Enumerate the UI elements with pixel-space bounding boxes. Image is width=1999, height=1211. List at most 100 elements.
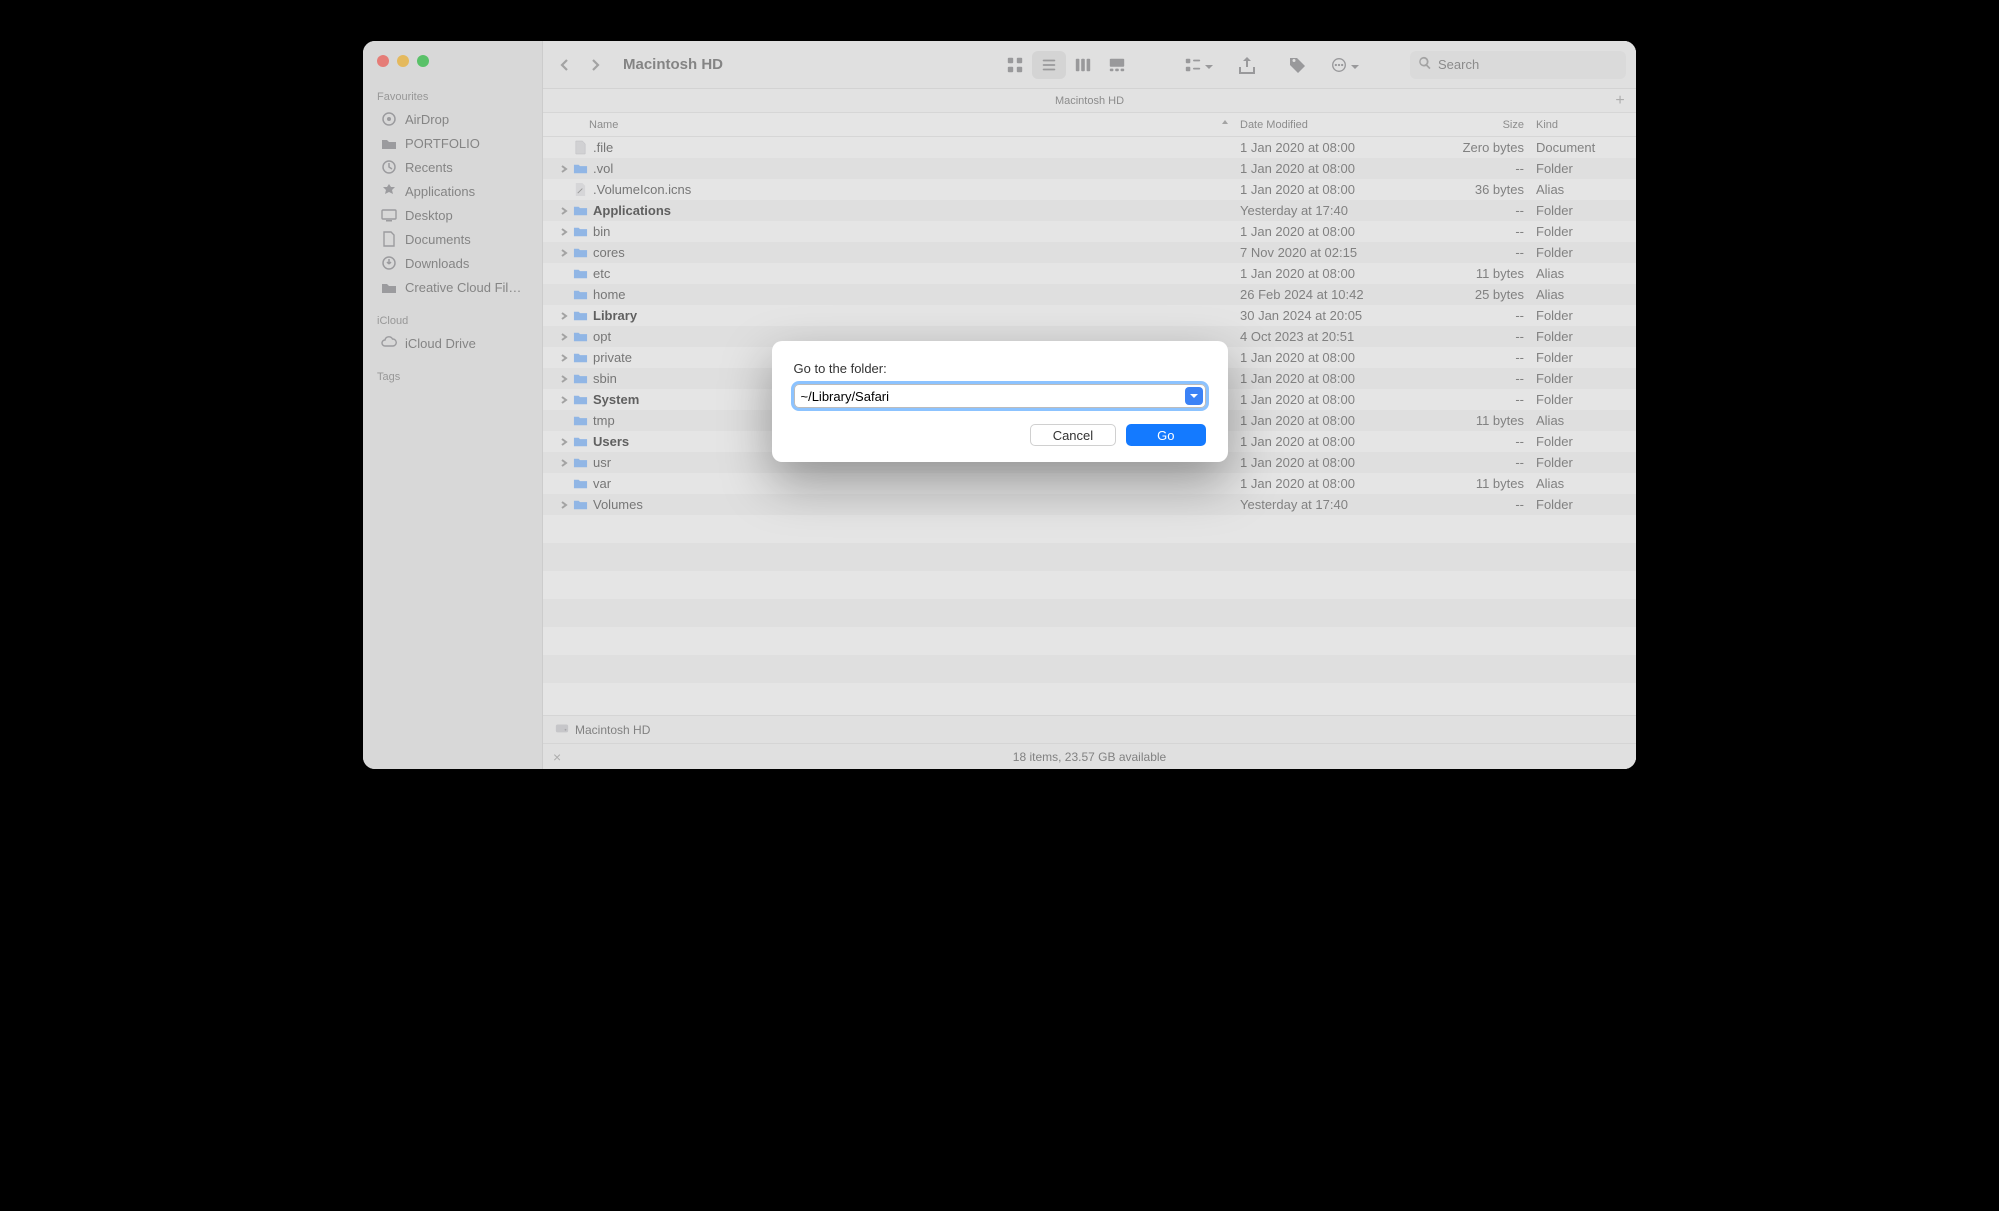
- sidebar-item-recents[interactable]: Recents: [367, 155, 538, 179]
- file-kind: Document: [1536, 140, 1636, 155]
- file-date: 1 Jan 2020 at 08:00: [1240, 224, 1436, 239]
- sidebar-item-airdrop[interactable]: AirDrop: [367, 107, 538, 131]
- disclosure-icon[interactable]: [557, 249, 571, 257]
- disclosure-icon[interactable]: [557, 312, 571, 320]
- add-column-button[interactable]: +: [1610, 92, 1630, 110]
- file-kind: Alias: [1536, 476, 1636, 491]
- file-kind: Alias: [1536, 287, 1636, 302]
- file-row[interactable]: .vol1 Jan 2020 at 08:00--Folder: [543, 158, 1636, 179]
- forward-button[interactable]: [587, 57, 603, 73]
- file-size: --: [1436, 497, 1536, 512]
- file-size: --: [1436, 350, 1536, 365]
- search-field[interactable]: [1410, 51, 1626, 79]
- file-row[interactable]: var1 Jan 2020 at 08:0011 bytesAlias: [543, 473, 1636, 494]
- file-name: Volumes: [589, 497, 1240, 512]
- sidebar-item-documents[interactable]: Documents: [367, 227, 538, 251]
- share-button[interactable]: [1230, 51, 1264, 79]
- sidebar-item-desktop[interactable]: Desktop: [367, 203, 538, 227]
- file-name: cores: [589, 245, 1240, 260]
- file-row[interactable]: bin1 Jan 2020 at 08:00--Folder: [543, 221, 1636, 242]
- file-kind: Alias: [1536, 182, 1636, 197]
- file-row[interactable]: .file1 Jan 2020 at 08:00Zero bytesDocume…: [543, 137, 1636, 158]
- sheet-prompt: Go to the folder:: [794, 361, 1206, 376]
- disclosure-icon[interactable]: [557, 459, 571, 467]
- disclosure-icon[interactable]: [557, 396, 571, 404]
- file-size: --: [1436, 392, 1536, 407]
- column-view-button[interactable]: [1066, 51, 1100, 79]
- sidebar-item-icloud-drive[interactable]: iCloud Drive: [367, 331, 538, 355]
- col-date[interactable]: Date Modified: [1240, 119, 1436, 131]
- file-date: 1 Jan 2020 at 08:00: [1240, 434, 1436, 449]
- empty-row: [543, 599, 1636, 627]
- empty-row: [543, 655, 1636, 683]
- disclosure-icon[interactable]: [557, 228, 571, 236]
- file-size: 11 bytes: [1436, 266, 1536, 281]
- sidebar-item-label: Downloads: [405, 256, 469, 271]
- zoom-icon[interactable]: [417, 55, 429, 67]
- file-date: 7 Nov 2020 at 02:15: [1240, 245, 1436, 260]
- folder-icon: [571, 287, 589, 302]
- file-row[interactable]: home26 Feb 2024 at 10:4225 bytesAlias: [543, 284, 1636, 305]
- empty-row: [543, 627, 1636, 655]
- file-size: --: [1436, 245, 1536, 260]
- sidebar-item-label: AirDrop: [405, 112, 449, 127]
- col-kind[interactable]: Kind: [1536, 119, 1636, 131]
- cancel-button[interactable]: Cancel: [1030, 424, 1116, 446]
- location-title: Macintosh HD: [1055, 95, 1124, 107]
- file-kind: Alias: [1536, 413, 1636, 428]
- file-size: --: [1436, 329, 1536, 344]
- sidebar-item-portfolio[interactable]: PORTFOLIO: [367, 131, 538, 155]
- back-button[interactable]: [557, 57, 573, 73]
- close-icon[interactable]: [377, 55, 389, 67]
- sidebar-item-icon: [381, 231, 397, 247]
- file-row[interactable]: Library30 Jan 2024 at 20:05--Folder: [543, 305, 1636, 326]
- file-kind: Folder: [1536, 161, 1636, 176]
- list-view-button[interactable]: [1032, 51, 1066, 79]
- gallery-view-button[interactable]: [1100, 51, 1134, 79]
- sidebar-item-creative-cloud-fil-[interactable]: Creative Cloud Fil…: [367, 275, 538, 299]
- file-name: .vol: [589, 161, 1240, 176]
- col-name[interactable]: Name: [589, 118, 1240, 131]
- disclosure-icon[interactable]: [557, 165, 571, 173]
- file-date: 4 Oct 2023 at 20:51: [1240, 329, 1436, 344]
- disclosure-icon[interactable]: [557, 375, 571, 383]
- file-date: 26 Feb 2024 at 10:42: [1240, 287, 1436, 302]
- file-size: --: [1436, 455, 1536, 470]
- sidebar-item-applications[interactable]: Applications: [367, 179, 538, 203]
- disclosure-icon[interactable]: [557, 354, 571, 362]
- col-size[interactable]: Size: [1436, 119, 1536, 131]
- sidebar-item-downloads[interactable]: Downloads: [367, 251, 538, 275]
- window-title: Macintosh HD: [623, 56, 723, 73]
- disclosure-icon[interactable]: [557, 438, 571, 446]
- file-row[interactable]: cores7 Nov 2020 at 02:15--Folder: [543, 242, 1636, 263]
- file-row[interactable]: etc1 Jan 2020 at 08:0011 bytesAlias: [543, 263, 1636, 284]
- disclosure-icon[interactable]: [557, 333, 571, 341]
- path-bar[interactable]: Macintosh HD: [543, 715, 1636, 743]
- folder-path-input[interactable]: [794, 384, 1206, 408]
- disclosure-icon[interactable]: [557, 207, 571, 215]
- file-row[interactable]: .VolumeIcon.icns1 Jan 2020 at 08:0036 by…: [543, 179, 1636, 200]
- group-button[interactable]: [1184, 51, 1214, 79]
- sidebar-item-icon: [381, 159, 397, 175]
- folder-icon: [571, 245, 589, 260]
- close-pathbar-button[interactable]: ×: [553, 749, 561, 765]
- file-date: 1 Jan 2020 at 08:00: [1240, 182, 1436, 197]
- file-date: 1 Jan 2020 at 08:00: [1240, 455, 1436, 470]
- sidebar-item-icon: [381, 207, 397, 223]
- file-size: 36 bytes: [1436, 182, 1536, 197]
- minimize-icon[interactable]: [397, 55, 409, 67]
- folder-icon: [571, 203, 589, 218]
- drive-icon: [555, 721, 569, 738]
- action-button[interactable]: [1330, 51, 1360, 79]
- file-row[interactable]: ApplicationsYesterday at 17:40--Folder: [543, 200, 1636, 221]
- file-date: 1 Jan 2020 at 08:00: [1240, 413, 1436, 428]
- file-row[interactable]: VolumesYesterday at 17:40--Folder: [543, 494, 1636, 515]
- sidebar-item-icon: [381, 279, 397, 295]
- history-dropdown-button[interactable]: [1185, 387, 1203, 405]
- tags-button[interactable]: [1280, 51, 1314, 79]
- go-button[interactable]: Go: [1126, 424, 1205, 446]
- sidebar-item-label: PORTFOLIO: [405, 136, 480, 151]
- search-input[interactable]: [1438, 57, 1618, 72]
- icon-view-button[interactable]: [998, 51, 1032, 79]
- disclosure-icon[interactable]: [557, 501, 571, 509]
